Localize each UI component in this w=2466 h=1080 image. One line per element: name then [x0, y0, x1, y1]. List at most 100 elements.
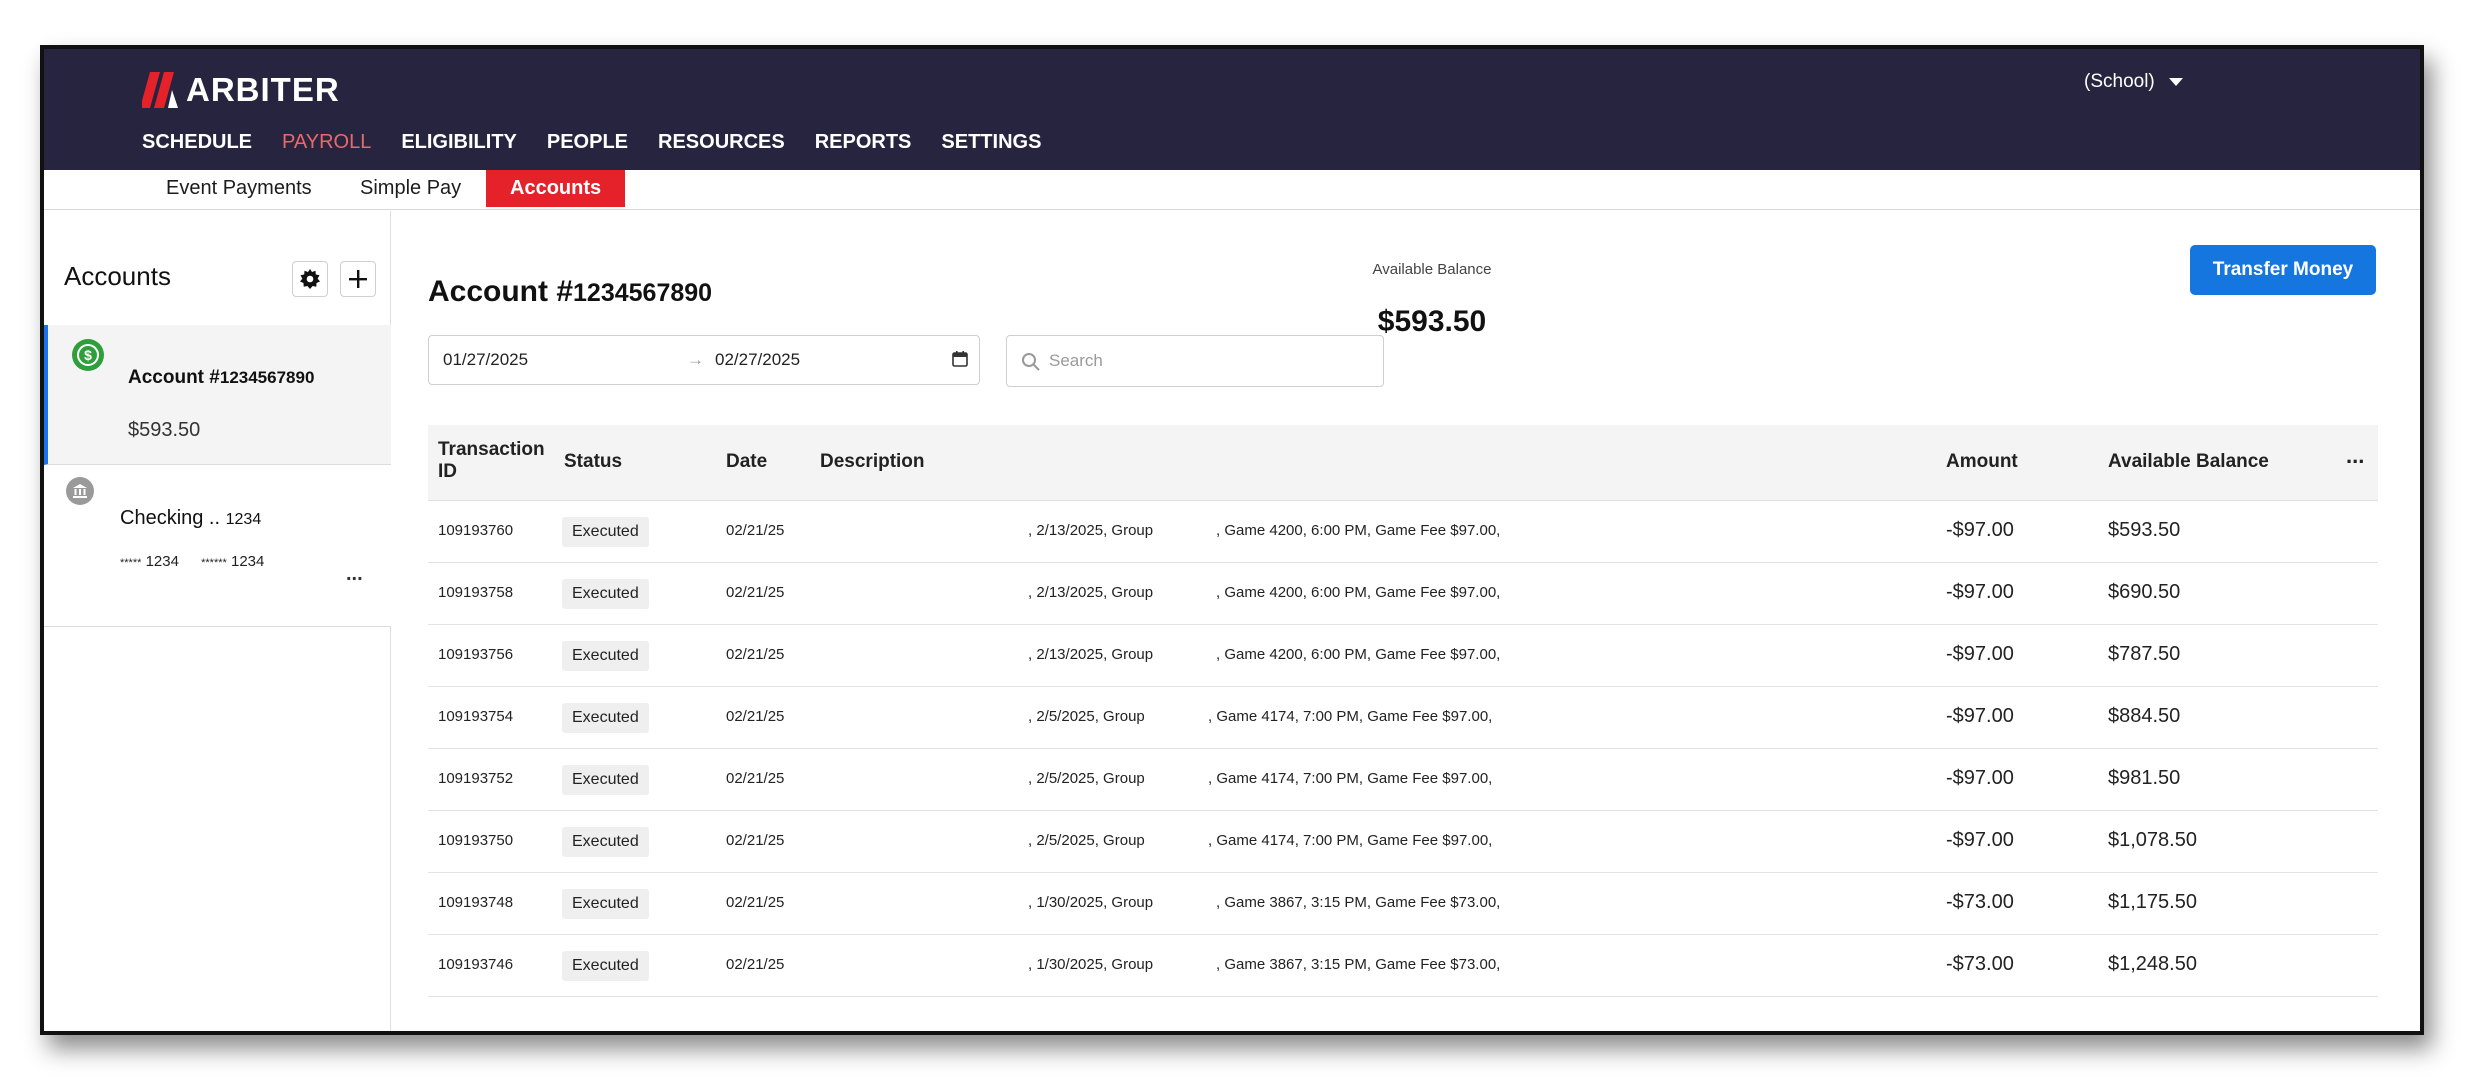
col-transaction-id-line1: Transaction	[438, 439, 545, 460]
status-badge: Executed	[562, 703, 649, 733]
masked-digits-1: *****	[120, 557, 142, 569]
table-row[interactable]: 109193748 Executed 02/21/25 , 1/30/2025,…	[428, 873, 2378, 935]
status-badge: Executed	[562, 951, 649, 981]
cell-balance: $593.50	[2108, 519, 2181, 541]
account-card-title: Account #1234567890	[128, 367, 314, 389]
org-selector[interactable]: (School)	[2084, 71, 2183, 93]
date-to[interactable]: 02/27/2025	[715, 350, 800, 370]
add-account-button[interactable]	[340, 261, 376, 297]
date-arrow-icon: →	[687, 350, 704, 369]
page-title: Account #1234567890	[428, 275, 712, 309]
cell-amount: -$97.00	[1946, 829, 2014, 851]
main-nav: SCHEDULE PAYROLL ELIGIBILITY PEOPLE RESO…	[142, 131, 1071, 154]
dollar-circle-icon: $	[72, 339, 104, 371]
cell-balance: $787.50	[2108, 643, 2181, 665]
col-description[interactable]: Description	[820, 451, 925, 473]
page-title-number: 1234567890	[573, 279, 713, 307]
col-date[interactable]: Date	[726, 451, 767, 473]
table-row[interactable]: 109193750 Executed 02/21/25 , 2/5/2025, …	[428, 811, 2378, 873]
col-transaction-id-line2: ID	[438, 461, 457, 482]
calendar-icon[interactable]	[951, 350, 969, 368]
cell-description-a: , 1/30/2025, Group	[1028, 894, 1154, 911]
tab-event-payments[interactable]: Event Payments	[166, 170, 312, 207]
main-content: Account #1234567890 Available Balance $5…	[392, 211, 2420, 1031]
table-row[interactable]: 109193754 Executed 02/21/25 , 2/5/2025, …	[428, 687, 2378, 749]
cell-amount: -$97.00	[1946, 643, 2014, 665]
date-from[interactable]: 01/27/2025	[443, 350, 528, 370]
account-card-main[interactable]: $ Account #1234567890 $593.50	[44, 325, 391, 465]
search-field[interactable]	[1006, 335, 1384, 387]
account-card-checking[interactable]: Checking .. 1234 ***** 1234 ****** 1234 …	[44, 465, 391, 627]
table-row[interactable]: 109193746 Executed 02/21/25 , 1/30/2025,…	[428, 935, 2378, 997]
cell-date: 02/21/25	[726, 646, 785, 663]
cell-description-b: , Game 4200, 6:00 PM, Game Fee $97.00,	[1216, 584, 1501, 601]
table-row[interactable]: 109193756 Executed 02/21/25 , 2/13/2025,…	[428, 625, 2378, 687]
cell-id: 109193760	[438, 522, 514, 539]
cell-description-a: , 2/5/2025, Group	[1028, 770, 1145, 787]
cell-id: 109193748	[438, 894, 514, 911]
cell-amount: -$73.00	[1946, 953, 2014, 975]
cell-description-b: , Game 4174, 7:00 PM, Game Fee $97.00,	[1208, 708, 1493, 725]
cell-balance: $1,078.50	[2108, 829, 2197, 851]
cell-description-a: , 2/13/2025, Group	[1028, 522, 1154, 539]
cell-description-a: , 1/30/2025, Group	[1028, 956, 1154, 973]
status-badge: Executed	[562, 641, 649, 671]
col-transaction-id[interactable]: Transaction ID	[438, 439, 545, 483]
table-more-button[interactable]: ...	[2346, 443, 2364, 469]
table-row[interactable]: 109193760 Executed 02/21/25 , 2/13/2025,…	[428, 501, 2378, 563]
tab-simple-pay[interactable]: Simple Pay	[360, 170, 461, 207]
tab-accounts[interactable]: Accounts	[486, 170, 626, 207]
col-available-balance[interactable]: Available Balance	[2108, 451, 2269, 473]
cell-balance: $1,248.50	[2108, 953, 2197, 975]
cell-description-b: , Game 4174, 7:00 PM, Game Fee $97.00,	[1208, 770, 1493, 787]
nav-payroll[interactable]: PAYROLL	[282, 131, 371, 154]
cell-id: 109193750	[438, 832, 514, 849]
caret-down-icon	[2168, 78, 2183, 86]
nav-settings[interactable]: SETTINGS	[941, 131, 1041, 154]
brand-logo[interactable]: ARBITER	[142, 71, 340, 109]
account-card-balance: $593.50	[128, 419, 201, 441]
cell-balance: $884.50	[2108, 705, 2181, 727]
cell-amount: -$97.00	[1946, 519, 2014, 541]
cell-amount: -$97.00	[1946, 767, 2014, 789]
cell-description-a: , 2/5/2025, Group	[1028, 832, 1145, 849]
table-row[interactable]: 109193758 Executed 02/21/25 , 2/13/2025,…	[428, 563, 2378, 625]
transfer-money-button[interactable]: Transfer Money	[2190, 245, 2376, 295]
org-selector-label: (School)	[2084, 71, 2155, 92]
account-settings-button[interactable]	[292, 261, 328, 297]
col-amount[interactable]: Amount	[1946, 451, 2018, 473]
col-status[interactable]: Status	[564, 451, 622, 473]
top-navigation-bar: ARBITER (School) SCHEDULE PAYROLL ELIGIB…	[44, 49, 2420, 170]
table-header: Transaction ID Status Date Description A…	[428, 425, 2378, 501]
account-card-label: Account #	[128, 367, 220, 388]
page-title-label: Account #	[428, 275, 574, 308]
cell-description-b: , Game 4200, 6:00 PM, Game Fee $97.00,	[1216, 522, 1501, 539]
status-badge: Executed	[562, 765, 649, 795]
app-window: ARBITER (School) SCHEDULE PAYROLL ELIGIB…	[40, 45, 2424, 1035]
table-row[interactable]: 109193752 Executed 02/21/25 , 2/5/2025, …	[428, 749, 2378, 811]
account-card-number: 1234567890	[219, 368, 315, 387]
nav-resources[interactable]: RESOURCES	[658, 131, 785, 154]
cell-description-a: , 2/5/2025, Group	[1028, 708, 1145, 725]
nav-people[interactable]: PEOPLE	[547, 131, 628, 154]
available-balance-value: $593.50	[1377, 305, 1487, 338]
cell-id: 109193758	[438, 584, 514, 601]
checking-more-button[interactable]: ...	[346, 563, 363, 586]
search-input[interactable]	[1049, 348, 1369, 374]
cell-description-b: , Game 4174, 7:00 PM, Game Fee $97.00,	[1208, 832, 1493, 849]
gear-icon	[300, 269, 320, 289]
nav-reports[interactable]: REPORTS	[815, 131, 912, 154]
search-icon	[1022, 353, 1040, 371]
date-range-picker[interactable]: 01/27/2025 → 02/27/2025	[428, 335, 980, 385]
status-badge: Executed	[562, 579, 649, 609]
cell-date: 02/21/25	[726, 894, 785, 911]
nav-eligibility[interactable]: ELIGIBILITY	[401, 131, 517, 154]
last4-2: 1234	[230, 553, 265, 570]
cell-balance: $1,175.50	[2108, 891, 2197, 913]
cell-description-b: , Game 3867, 3:15 PM, Game Fee $73.00,	[1216, 894, 1501, 911]
checking-title: Checking .. 1234	[120, 507, 261, 530]
cell-id: 109193754	[438, 708, 514, 725]
nav-schedule[interactable]: SCHEDULE	[142, 131, 252, 154]
checking-label: Checking ..	[120, 507, 221, 529]
status-badge: Executed	[562, 889, 649, 919]
